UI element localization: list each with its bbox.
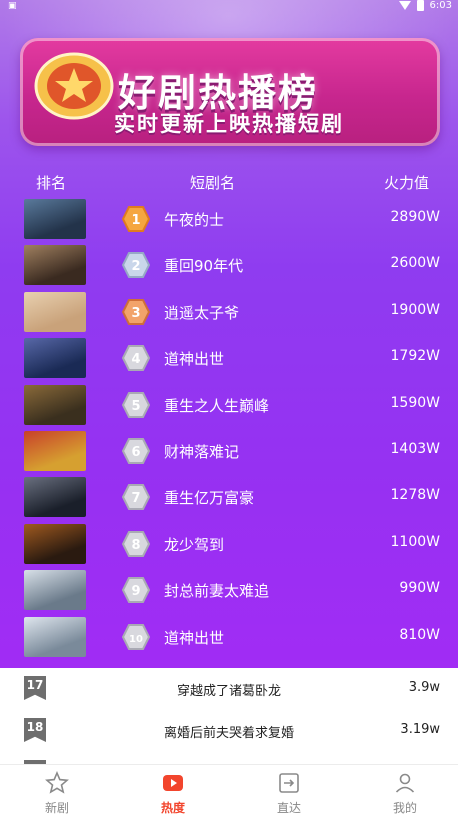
battery-icon — [416, 0, 424, 11]
medal-icon — [34, 52, 114, 120]
drama-title[interactable]: 重生亿万富豪 — [164, 487, 254, 508]
heat-value: 1900W — [390, 301, 440, 318]
drama-title[interactable]: 道神出世 — [164, 348, 224, 369]
ranking-row[interactable]: 3 逍遥太子爷 1900W — [0, 291, 458, 336]
rank-badge-icon: 2 — [122, 252, 150, 279]
rank-number: 5 — [131, 399, 140, 414]
drama-poster[interactable] — [24, 523, 86, 564]
ranking-row[interactable]: 8 龙少驾到 1100W — [0, 523, 458, 568]
ranking-row[interactable]: 10 道神出世 810W — [0, 616, 458, 661]
drama-title[interactable]: 封总前妻太难追 — [164, 580, 269, 601]
drama-title[interactable]: 午夜的士 — [164, 209, 224, 230]
enter-icon — [279, 773, 299, 793]
drama-title[interactable]: 逍遥太子爷 — [164, 302, 239, 323]
rank-badge-icon: 5 — [122, 391, 150, 418]
tab-direct-label: 直达 — [276, 801, 301, 815]
rank-badge-icon: 9 — [122, 577, 150, 604]
list-drama-title[interactable]: 离婚后前夫哭着求复婚 — [0, 722, 458, 741]
ranking-row[interactable]: 4 道神出世 1792W — [0, 338, 458, 382]
tab-mine[interactable]: 我的 — [370, 771, 440, 816]
tab-new-label: 新剧 — [44, 801, 69, 815]
rank-number: 10 — [129, 634, 143, 645]
tab-new[interactable]: 新剧 — [22, 771, 92, 816]
drama-title[interactable]: 重生之人生巅峰 — [164, 395, 269, 416]
rank-number: 6 — [131, 445, 140, 460]
play-icon — [163, 775, 183, 791]
star-icon — [45, 771, 69, 794]
rank-number: 8 — [131, 538, 140, 553]
ranking-row[interactable]: 2 重回90年代 2600W — [0, 245, 458, 289]
rank-badge-icon: 1 — [122, 206, 150, 232]
user-icon — [395, 773, 415, 793]
heat-value: 2890W — [390, 209, 440, 225]
list-drama-title[interactable]: 穿越成了诸葛卧龙 — [0, 680, 458, 699]
heat-value: 2600W — [390, 255, 440, 272]
status-time: 6:03 — [429, 0, 452, 11]
heat-value: 810W — [399, 626, 440, 643]
heat-value: 990W — [399, 580, 440, 597]
sim-icon: ▣ — [8, 1, 17, 11]
drama-title[interactable]: 财神落难记 — [164, 441, 239, 462]
tab-direct[interactable]: 直达 — [254, 771, 324, 816]
drama-poster[interactable] — [24, 616, 86, 657]
heat-value: 1278W — [390, 487, 440, 504]
rank-badge-icon: 10 — [122, 623, 150, 650]
drama-title[interactable]: 龙少驾到 — [164, 534, 224, 555]
drama-poster[interactable] — [24, 338, 86, 379]
rank-number: 9 — [131, 584, 140, 599]
list-heat-value: 3.9w — [408, 680, 440, 695]
rank-number: 4 — [131, 352, 140, 367]
heat-value: 1100W — [390, 533, 440, 550]
rank-number: 7 — [131, 491, 140, 506]
tab-hot-label: 热度 — [160, 801, 185, 815]
rank-number: 2 — [131, 259, 140, 274]
drama-title[interactable]: 重回90年代 — [164, 255, 243, 276]
drama-poster[interactable] — [24, 570, 86, 611]
header-rank: 排名 — [36, 174, 67, 192]
tab-hot[interactable]: 热度 — [138, 771, 208, 816]
drama-poster[interactable] — [24, 245, 86, 286]
wifi-icon — [398, 1, 411, 10]
rank-badge-icon: 6 — [122, 438, 150, 464]
ranking-row[interactable]: 7 重生亿万富豪 1278W — [0, 477, 458, 521]
list-heat-value: 3.19w — [400, 722, 440, 737]
rank-badge-icon: 7 — [122, 484, 150, 511]
rank-badge-icon: 3 — [122, 298, 150, 325]
ranking-hero: ▣ 6:03 好剧热播榜 实时更新上映热播短剧 排名 短剧名 火力值 1 午夜的士… — [0, 0, 458, 668]
rank-number: 1 — [131, 213, 140, 228]
header-heat: 火力值 — [384, 174, 430, 192]
ranking-row[interactable]: 9 封总前妻太难追 990W — [0, 570, 458, 614]
drama-poster[interactable] — [24, 199, 86, 239]
tab-mine-label: 我的 — [392, 801, 417, 815]
list-row[interactable]: 17 穿越成了诸葛卧龙 3.9w — [0, 672, 458, 712]
drama-poster[interactable] — [24, 477, 86, 518]
status-bar: ▣ 6:03 — [0, 0, 458, 14]
rank-badge-icon: 4 — [122, 345, 150, 372]
rank-number: 3 — [131, 306, 140, 321]
banner-subtitle: 实时更新上映热播短剧 — [114, 112, 344, 136]
ranking-row[interactable]: 5 重生之人生巅峰 1590W — [0, 384, 458, 429]
ranking-row[interactable]: 1 午夜的士 2890W — [0, 199, 458, 243]
drama-title[interactable]: 道神出世 — [164, 627, 224, 648]
drama-poster[interactable] — [24, 291, 86, 332]
rank-badge-icon: 8 — [122, 530, 150, 557]
ranking-row[interactable]: 6 财神落难记 1403W — [0, 431, 458, 475]
heat-value: 1403W — [390, 441, 440, 457]
header-name: 短剧名 — [190, 174, 236, 192]
drama-poster[interactable] — [24, 431, 86, 471]
heat-value: 1792W — [390, 348, 440, 365]
heat-value: 1590W — [390, 394, 440, 411]
drama-poster[interactable] — [24, 384, 86, 425]
bottom-tab-bar: 新剧 热度 直达 我的 — [0, 764, 458, 820]
list-row[interactable]: 18 离婚后前夫哭着求复婚 3.19w — [0, 714, 458, 754]
